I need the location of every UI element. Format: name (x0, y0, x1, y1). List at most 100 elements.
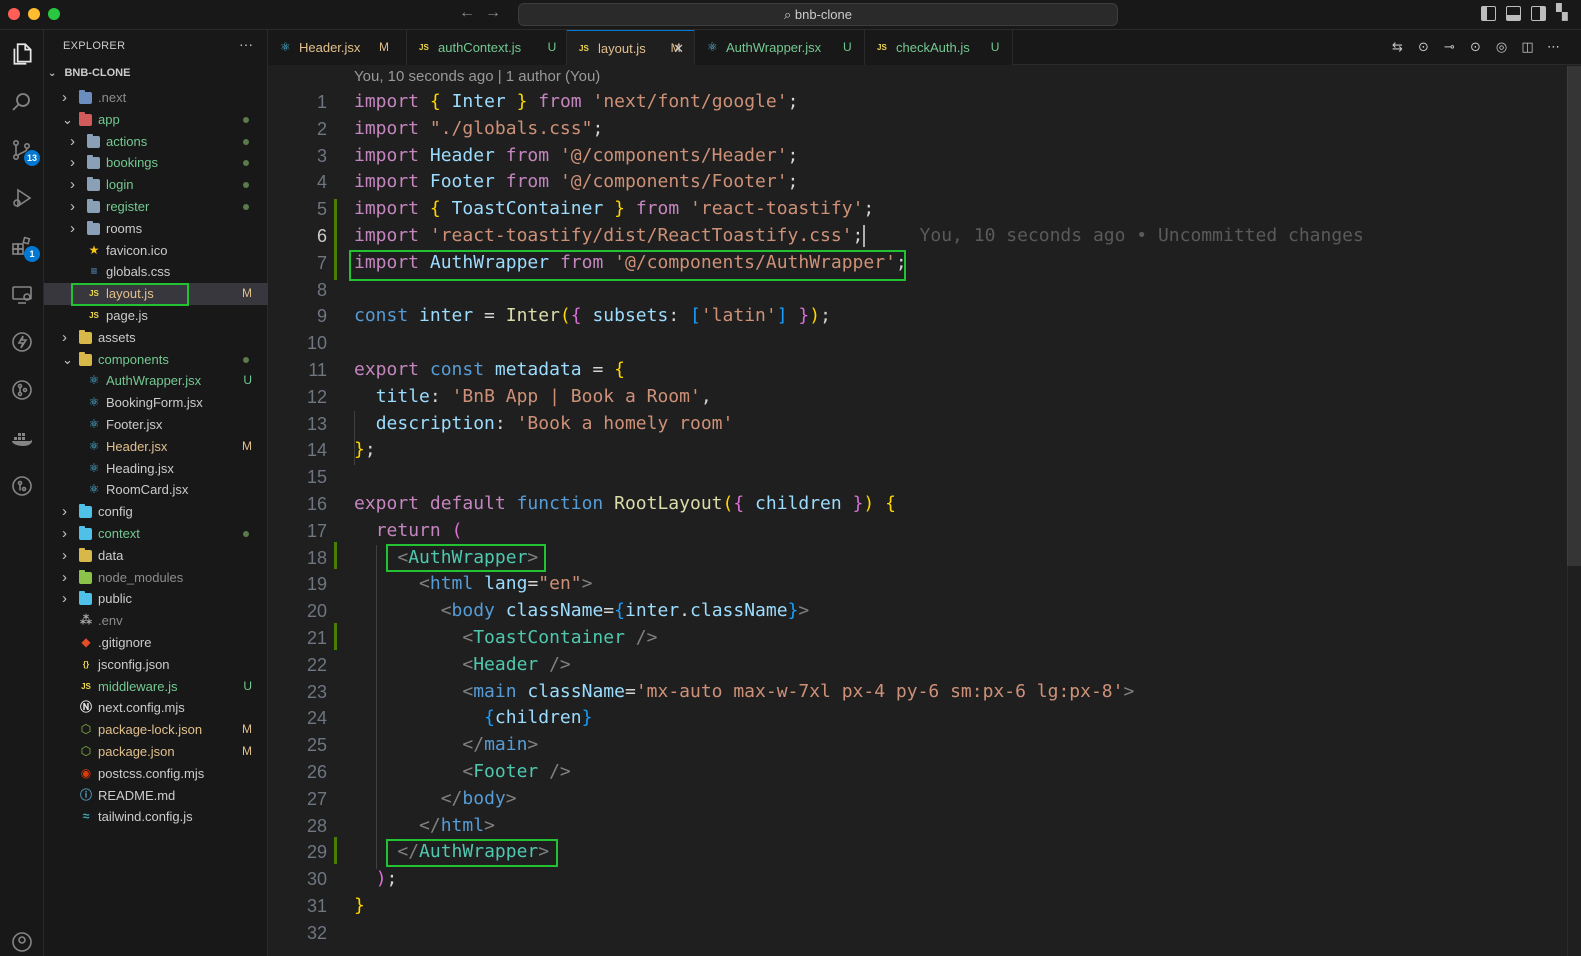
file-row[interactable]: ⚛ Header.jsx M (44, 436, 268, 458)
file-row[interactable]: ⁂ .env (44, 610, 268, 632)
file-name: AuthWrapper.jsx (106, 373, 202, 389)
file-row[interactable]: ⚛ BookingForm.jsx (44, 392, 268, 414)
file-row[interactable]: ◉ postcss.config.mjs (44, 763, 268, 785)
maximize-window-button[interactable] (48, 8, 60, 20)
layout-controls (1481, 3, 1571, 21)
toggle-primary-sidebar-icon[interactable] (1481, 6, 1496, 21)
scrollbar-thumb[interactable] (1567, 66, 1581, 566)
command-center-search[interactable]: ⌕ bnb-clone (518, 3, 1118, 26)
remote-explorer-icon[interactable] (8, 280, 36, 308)
folder-row[interactable]: › .next (44, 87, 268, 109)
folder-row[interactable]: › public (44, 588, 268, 610)
folder-row[interactable]: › assets (44, 327, 268, 349)
search-icon[interactable] (8, 88, 36, 116)
file-row[interactable]: Ⓝnext.config.mjs (44, 697, 268, 719)
line-number: 11 (308, 359, 327, 380)
extensions-icon[interactable]: 1 (8, 232, 40, 262)
explorer-sidebar: EXPLORER ··· ⌄ BNB-CLONE › .next ⌄ app › acti… (44, 30, 268, 956)
file-row[interactable]: ⬡ package-lock.json M (44, 719, 268, 741)
back-arrow-icon[interactable]: ← (459, 4, 475, 22)
workspace-root[interactable]: ⌄ BNB-CLONE (48, 67, 130, 79)
docker-icon[interactable] (8, 424, 36, 452)
file-row[interactable]: ⓘ README.md (44, 785, 268, 807)
react-file-icon: ⚛ (280, 40, 291, 54)
files-icon[interactable] (8, 40, 36, 68)
folder-row[interactable]: › config (44, 501, 268, 523)
editor-tab[interactable]: ⚛ AuthWrapper.jsx U (695, 30, 865, 65)
gitlens-icon[interactable] (8, 376, 36, 404)
line-number: 24 (306, 708, 327, 729)
folder-row[interactable]: › actions (44, 131, 268, 153)
gitlens-inspect-icon[interactable]: ◎ (1494, 39, 1509, 54)
chevron-right-icon: › (70, 132, 75, 150)
editor-tab[interactable]: JS authContext.js U (407, 30, 567, 65)
explorer-more-actions-button[interactable]: ··· (239, 36, 253, 52)
editor-tab[interactable]: ⚛ Header.jsx M (268, 30, 407, 65)
folder-icon (79, 525, 92, 540)
file-row[interactable]: ⚛ AuthWrapper.jsx U (44, 370, 268, 392)
git-graph-icon[interactable] (8, 472, 36, 500)
editor-tab[interactable]: JS checkAuth.js U (865, 30, 1013, 65)
folder-icon (79, 111, 92, 126)
highlight-authwrapper-import (349, 250, 906, 281)
file-row[interactable]: ★ favicon.ico (44, 240, 268, 262)
editor-scrollbar[interactable] (1567, 66, 1581, 956)
more-actions-icon[interactable]: ⋯ (1546, 39, 1561, 54)
favicon-star-icon: ★ (88, 242, 100, 257)
file-row[interactable]: JS page.js (44, 305, 268, 327)
highlight-authwrapper-close-tag (386, 839, 558, 867)
file-row[interactable]: ⬡ package.json M (44, 741, 268, 763)
code-line-31: 31} (268, 893, 1581, 920)
javascript-file-icon: JS (419, 43, 429, 52)
file-row[interactable]: ⚛ Heading.jsx (44, 458, 268, 480)
file-row[interactable]: ≡ globals.css (44, 261, 268, 283)
source-control-icon[interactable]: 13 (8, 136, 40, 166)
folder-row[interactable]: › rooms (44, 218, 268, 240)
next-change-icon[interactable]: ⊙ (1468, 39, 1483, 54)
line-number: 13 (306, 413, 327, 434)
forward-arrow-icon[interactable]: → (485, 4, 501, 22)
folder-row[interactable]: › login (44, 174, 268, 196)
thunder-client-icon[interactable] (8, 328, 36, 356)
file-name: .next (98, 90, 127, 105)
code-line-4: 4 import Footer from '@/components/Footer… (268, 169, 1581, 196)
code-editor[interactable]: You, 10 seconds ago | 1 author (You) 1 im… (268, 66, 1581, 956)
git-status-dot (243, 182, 249, 189)
file-row[interactable]: ⚛ Footer.jsx (44, 414, 268, 436)
file-row[interactable]: ◆ .gitignore (44, 632, 268, 654)
editor-tab[interactable]: JS layout.js M ✕ (567, 30, 695, 65)
codelens-blame-header[interactable]: You, 10 seconds ago | 1 author (You) (354, 68, 600, 85)
git-file-icon: ◆ (81, 634, 91, 649)
folder-row[interactable]: ⌄ app (44, 109, 268, 131)
file-row[interactable]: JS middleware.js U (44, 676, 268, 698)
customize-layout-icon[interactable] (1556, 3, 1571, 21)
folder-row[interactable]: › context (44, 523, 268, 545)
close-icon[interactable]: ✕ (673, 31, 684, 66)
file-row[interactable]: ≈ tailwind.config.js (44, 806, 268, 828)
folder-row[interactable]: › data (44, 545, 268, 567)
file-row[interactable]: {} jsconfig.json (44, 654, 268, 676)
toggle-secondary-sidebar-icon[interactable] (1531, 6, 1546, 21)
folder-row[interactable]: › bookings (44, 152, 268, 174)
minimize-window-button[interactable] (28, 8, 40, 20)
file-name: BookingForm.jsx (106, 395, 203, 411)
line-number: 2 (316, 118, 327, 139)
command-center-label: bnb-clone (794, 7, 852, 22)
folder-row[interactable]: › register (44, 196, 268, 218)
file-row[interactable]: ⚛ RoomCard.jsx (44, 479, 268, 501)
account-icon[interactable] (8, 928, 36, 956)
react-file-icon: ⚛ (88, 416, 100, 431)
chevron-right-icon: › (62, 590, 67, 608)
react-file-icon: ⚛ (88, 395, 100, 410)
folder-row[interactable]: › node_modules (44, 567, 268, 589)
javascript-file-icon: JS (579, 44, 589, 53)
run-debug-icon[interactable] (8, 184, 36, 212)
folder-icon (87, 133, 100, 148)
commit-icon[interactable]: ⊸ (1442, 39, 1457, 54)
toggle-panel-icon[interactable] (1506, 6, 1521, 21)
previous-change-icon[interactable]: ⊙ (1416, 39, 1431, 54)
split-editor-icon[interactable]: ◫ (1520, 39, 1535, 54)
open-changes-icon[interactable]: ⇆ (1390, 39, 1405, 54)
folder-row[interactable]: ⌄ components (44, 349, 268, 371)
close-window-button[interactable] (8, 8, 20, 20)
